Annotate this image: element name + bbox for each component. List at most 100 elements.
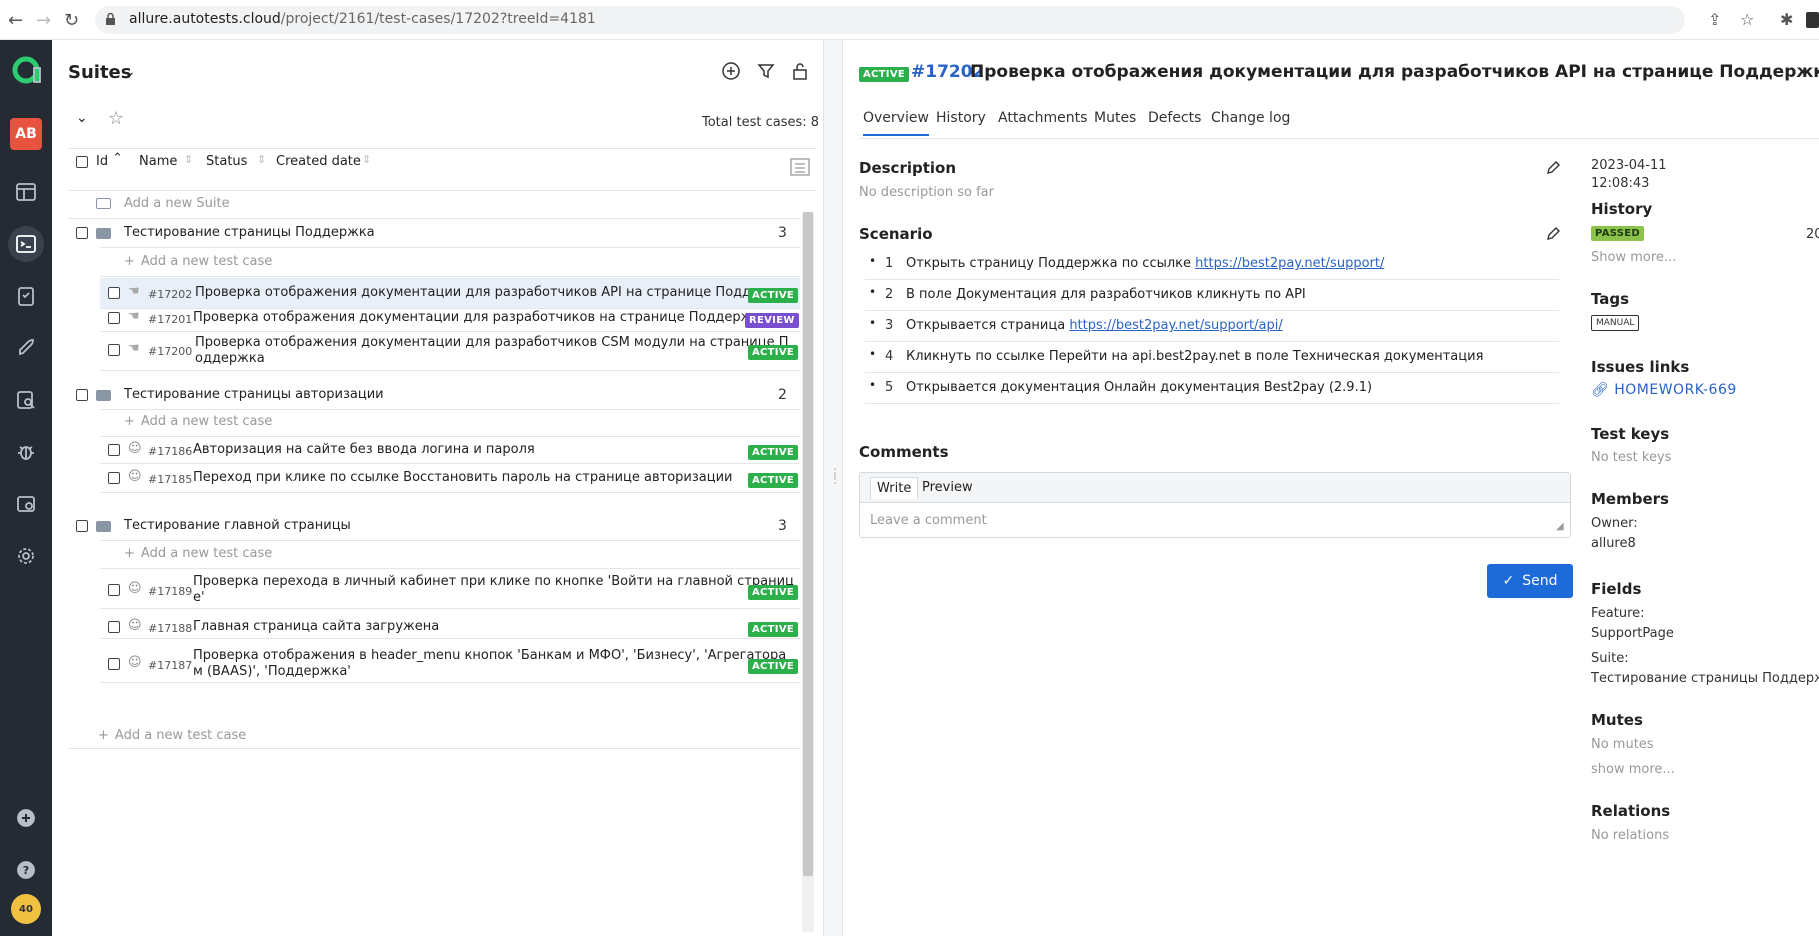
panel-resize-handle[interactable]: ⋮ ⋮ bbox=[823, 40, 843, 936]
add-circle-icon[interactable] bbox=[722, 62, 740, 80]
case-name[interactable]: Переход при клике по ссылке Восстановить… bbox=[193, 470, 733, 485]
case-checkbox[interactable] bbox=[108, 621, 120, 633]
filter-icon[interactable] bbox=[757, 62, 775, 80]
case-checkbox[interactable] bbox=[108, 658, 120, 670]
suite-name[interactable]: Тестирование страницы Поддержка bbox=[124, 225, 375, 240]
sort-asc-icon[interactable]: ⌃ bbox=[112, 151, 123, 166]
project-avatar[interactable]: AB bbox=[10, 118, 42, 150]
share-icon[interactable]: ⇪ bbox=[1708, 10, 1721, 29]
address-bar[interactable]: allure.autotests.cloud/project/2161/test… bbox=[95, 6, 1685, 34]
preview-tab[interactable]: Preview bbox=[922, 480, 973, 495]
suite-checkbox[interactable] bbox=[76, 520, 88, 532]
edit-pencil-icon[interactable] bbox=[1545, 226, 1561, 242]
show-more-link[interactable]: Show more... bbox=[1591, 250, 1676, 265]
profile-icon[interactable] bbox=[1806, 12, 1819, 28]
write-tab[interactable]: Write bbox=[870, 477, 919, 499]
scenario-heading: Scenario bbox=[859, 225, 933, 243]
case-name[interactable]: Авторизация на сайте без ввода логина и … bbox=[193, 442, 535, 457]
column-id[interactable]: Id bbox=[96, 154, 108, 169]
defects-bug-icon[interactable] bbox=[8, 434, 44, 470]
case-name-wrap[interactable]: м (BAAS)', 'Поддержка' bbox=[193, 664, 351, 679]
tab-history[interactable]: History bbox=[936, 110, 986, 126]
tab-change-log[interactable]: Change log bbox=[1211, 110, 1290, 126]
add-suite-link[interactable]: Add a new Suite bbox=[124, 196, 230, 211]
tab-defects[interactable]: Defects bbox=[1148, 110, 1201, 126]
launches-rocket-icon[interactable] bbox=[8, 330, 44, 366]
case-checkbox[interactable] bbox=[108, 444, 120, 456]
sort-icon[interactable]: ⇕ bbox=[362, 153, 371, 166]
test-plans-icon[interactable] bbox=[8, 278, 44, 314]
settings-gear-icon[interactable] bbox=[8, 538, 44, 574]
suites-title[interactable]: Suites bbox=[68, 62, 131, 83]
forward-icon[interactable]: → bbox=[36, 10, 51, 31]
suite-name[interactable]: Тестирование страницы авторизации bbox=[124, 387, 384, 402]
status-badge: ACTIVE bbox=[748, 622, 798, 637]
tab-attachments[interactable]: Attachments bbox=[998, 110, 1087, 126]
suite-checkbox[interactable] bbox=[76, 227, 88, 239]
back-icon[interactable]: ← bbox=[8, 10, 23, 31]
person-icon: ☺ bbox=[128, 469, 142, 484]
case-name-wrap[interactable]: оддержка bbox=[195, 351, 265, 366]
allure-logo-icon[interactable] bbox=[8, 52, 44, 88]
collapse-chevron-icon[interactable]: ⌄ bbox=[76, 110, 88, 126]
unlock-icon[interactable] bbox=[792, 62, 808, 80]
case-checkbox[interactable] bbox=[108, 287, 120, 299]
bookmark-star-icon[interactable]: ☆ bbox=[1740, 10, 1754, 29]
comment-input[interactable]: Leave a comment bbox=[870, 513, 987, 528]
folder-icon bbox=[96, 390, 111, 401]
feature-value: SupportPage bbox=[1591, 626, 1674, 641]
step-link[interactable]: https://best2pay.net/support/api/ bbox=[1069, 318, 1282, 333]
extensions-icon[interactable]: ✱ bbox=[1780, 10, 1793, 29]
add-test-case-link[interactable]: + Add a new test case bbox=[124, 254, 272, 269]
sort-icon[interactable]: ⇕ bbox=[184, 153, 193, 166]
add-test-case-link[interactable]: + Add a new test case bbox=[124, 546, 272, 561]
help-icon[interactable]: ? bbox=[8, 852, 44, 888]
step-text: В поле Документация для разработчиков кл… bbox=[906, 287, 1306, 302]
case-name[interactable]: Главная страница сайта загружена bbox=[193, 619, 439, 634]
folder-icon bbox=[96, 198, 111, 209]
analytics-icon[interactable] bbox=[8, 382, 44, 418]
step-link[interactable]: https://best2pay.net/support/ bbox=[1195, 256, 1384, 271]
case-name[interactable]: Проверка отображения документации для ра… bbox=[195, 285, 795, 300]
select-all-checkbox[interactable] bbox=[76, 156, 88, 168]
test-cases-icon[interactable] bbox=[8, 226, 44, 262]
chevron-down-icon[interactable]: ⌄ bbox=[124, 64, 136, 80]
issue-link[interactable]: 🔗︎ HOMEWORK-669 bbox=[1591, 382, 1737, 398]
suite-name[interactable]: Тестирование главной страницы bbox=[124, 518, 351, 533]
dashboard-icon[interactable] bbox=[8, 174, 44, 210]
scrollbar-thumb[interactable] bbox=[803, 212, 813, 876]
columns-settings-icon[interactable] bbox=[790, 158, 810, 176]
jobs-icon[interactable] bbox=[8, 486, 44, 522]
column-status[interactable]: Status bbox=[206, 154, 247, 169]
column-created-date[interactable]: Created date bbox=[276, 154, 361, 169]
show-more-link[interactable]: show more... bbox=[1591, 762, 1675, 777]
add-circle-icon[interactable] bbox=[8, 800, 44, 836]
send-button[interactable]: ✓ Send bbox=[1487, 564, 1573, 598]
case-checkbox[interactable] bbox=[108, 472, 120, 484]
reload-icon[interactable]: ↻ bbox=[64, 10, 79, 31]
case-name-wrap[interactable]: е' bbox=[193, 590, 205, 605]
case-name[interactable]: Проверка перехода в личный кабинет при к… bbox=[193, 574, 794, 589]
created-date: 2023-04-11 bbox=[1591, 158, 1667, 173]
manual-hand-icon: ☚ bbox=[128, 309, 140, 324]
resize-grip-icon[interactable]: ◢ bbox=[1556, 521, 1564, 532]
case-checkbox[interactable] bbox=[108, 312, 120, 324]
user-avatar[interactable]: 40 bbox=[11, 894, 41, 924]
tag-chip[interactable]: MANUAL bbox=[1591, 315, 1640, 331]
case-name[interactable]: Проверка отображения документации для ра… bbox=[193, 310, 768, 325]
check-icon: ✓ bbox=[1502, 573, 1515, 589]
favorite-star-icon[interactable]: ☆ bbox=[108, 108, 124, 129]
add-test-case-link[interactable]: + Add a new test case bbox=[124, 414, 272, 429]
column-name[interactable]: Name bbox=[139, 154, 177, 169]
case-name[interactable]: Проверка отображения в header_menu кнопо… bbox=[193, 648, 786, 663]
case-name[interactable]: Проверка отображения документации для ра… bbox=[195, 335, 789, 350]
case-checkbox[interactable] bbox=[108, 584, 120, 596]
case-checkbox[interactable] bbox=[108, 344, 120, 356]
step-text: Кликнуть по ссылке Перейти на api.best2p… bbox=[906, 349, 1484, 364]
edit-pencil-icon[interactable] bbox=[1545, 160, 1561, 176]
add-test-case-link[interactable]: + Add a new test case bbox=[98, 728, 246, 743]
tab-mutes[interactable]: Mutes bbox=[1094, 110, 1136, 126]
suite-checkbox[interactable] bbox=[76, 389, 88, 401]
tab-overview[interactable]: Overview bbox=[863, 110, 929, 136]
sort-icon[interactable]: ⇕ bbox=[257, 153, 266, 166]
